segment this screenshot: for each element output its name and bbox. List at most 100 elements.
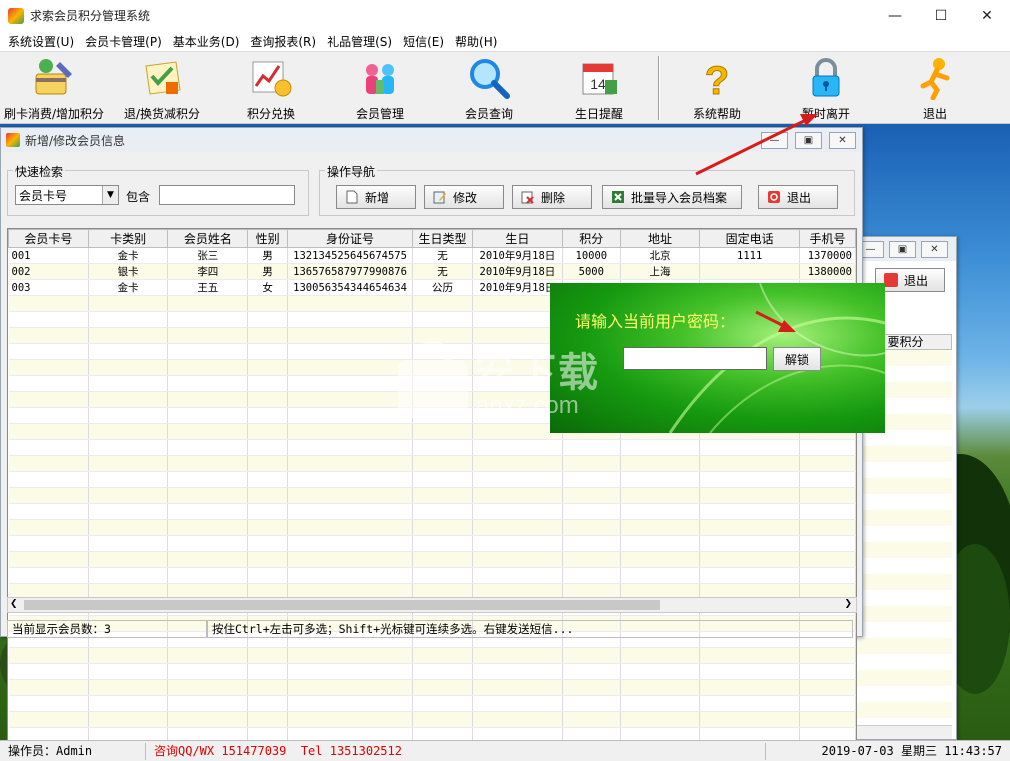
empty-row xyxy=(8,551,856,568)
table-cell xyxy=(8,711,89,728)
table-cell xyxy=(8,311,89,328)
scroll-left-icon[interactable]: ❮ xyxy=(10,599,18,609)
scroll-thumb[interactable] xyxy=(24,600,660,610)
column-header[interactable]: 积分 xyxy=(561,229,621,248)
table-cell xyxy=(8,407,89,424)
table-cell xyxy=(472,375,563,392)
column-header[interactable]: 卡类别 xyxy=(87,229,169,248)
table-cell xyxy=(287,695,414,712)
member-close-button[interactable]: ✕ xyxy=(829,132,856,149)
table-row[interactable]: 001 金卡 张三男 132134525645674575 无 2010年9月18日 100… xyxy=(8,247,856,264)
table-cell xyxy=(8,359,89,376)
column-header[interactable]: 会员姓名 xyxy=(167,229,249,248)
table-cell xyxy=(167,663,249,680)
column-header[interactable]: 地址 xyxy=(619,229,701,248)
menu-help[interactable]: 帮助(H) xyxy=(451,33,501,50)
table-cell xyxy=(167,551,249,568)
column-header[interactable]: 手机号 xyxy=(798,229,856,248)
table-cell xyxy=(287,359,414,376)
table-cell: 上海 xyxy=(620,263,701,280)
toolbar-exit-button[interactable]: 退出 xyxy=(881,55,989,123)
table-row[interactable]: 002 银卡 李四男 136576587977990876 无 2010年9月18日 500… xyxy=(8,263,856,280)
table-cell xyxy=(167,423,249,440)
column-header[interactable]: 生日 xyxy=(471,229,563,248)
table-cell xyxy=(247,359,289,376)
column-header[interactable]: 会员卡号 xyxy=(8,229,89,248)
toolbar-member-query-button[interactable]: 会员查询 xyxy=(435,55,543,123)
toolbar-birthday-button[interactable]: 14 生日提醒 xyxy=(545,55,653,123)
table-cell: 王五 xyxy=(167,279,249,296)
add-button[interactable]: 新增 xyxy=(336,185,416,209)
column-header[interactable]: 固定电话 xyxy=(699,229,800,248)
table-cell xyxy=(8,695,89,712)
close-button[interactable]: ✕ xyxy=(964,0,1010,31)
column-header[interactable]: 性别 xyxy=(247,229,289,248)
table-cell xyxy=(88,551,169,568)
table-cell xyxy=(412,391,473,408)
member-exit-button[interactable]: 退出 xyxy=(758,185,838,209)
background-exit-button[interactable]: 退出 xyxy=(875,268,945,292)
table-cell xyxy=(472,359,563,376)
table-cell xyxy=(88,407,169,424)
column-header[interactable]: 生日类型 xyxy=(412,229,473,248)
status-bar: 操作员：Admin 咨询QQ/WX 151477039 Tel 13513025… xyxy=(0,740,1010,761)
member-maximize-button[interactable]: ▣ xyxy=(795,132,822,149)
table-cell xyxy=(88,647,169,664)
selection-hint-text: 按住Ctrl+左击可多选；Shift+光标键可连续多选。右键发送短信... xyxy=(207,620,853,638)
table-cell: 银卡 xyxy=(88,263,169,280)
horizontal-scrollbar[interactable]: ❮ ❯ xyxy=(7,597,857,613)
menu-card-management[interactable]: 会员卡管理(P) xyxy=(81,33,166,50)
toolbar-swipe-consume-button[interactable]: 刷卡消费/增加积分 xyxy=(0,55,108,123)
runner-icon xyxy=(912,55,958,101)
table-cell xyxy=(247,375,289,392)
maximize-button[interactable]: ☐ xyxy=(918,0,964,31)
table-cell xyxy=(247,423,289,440)
delete-button[interactable]: 删除 xyxy=(512,185,592,209)
table-cell xyxy=(287,439,414,456)
table-cell xyxy=(167,567,249,584)
chevron-down-icon[interactable]: ▼ xyxy=(102,186,118,204)
toolbar-redeem-button[interactable]: 积分兑换 xyxy=(217,55,325,123)
member-minimize-button[interactable]: — xyxy=(761,132,788,149)
batch-import-button[interactable]: 批量导入会员档案 xyxy=(602,185,742,209)
table-cell xyxy=(472,551,563,568)
child-close-button[interactable]: ✕ xyxy=(921,241,948,258)
minimize-button[interactable]: — xyxy=(872,0,918,31)
scroll-right-icon[interactable]: ❯ xyxy=(844,599,852,609)
toolbar-help-button[interactable]: ? 系统帮助 xyxy=(663,55,771,123)
toolbar-label: 系统帮助 xyxy=(692,107,741,121)
toolbar-lock-button[interactable]: 暂时离开 xyxy=(772,55,880,123)
menu-gifts[interactable]: 礼品管理(S) xyxy=(323,33,396,50)
table-cell xyxy=(88,295,169,312)
table-cell xyxy=(562,711,621,728)
contact-qq: 咨询QQ/WX 151477039 xyxy=(154,743,287,758)
batch-import-label: 批量导入会员档案 xyxy=(631,190,728,205)
table-cell xyxy=(287,327,414,344)
menu-bar: 系统设置(U) 会员卡管理(P) 基本业务(D) 查询报表(R) 礼品管理(S)… xyxy=(0,31,1010,51)
column-header[interactable]: 身份证号 xyxy=(287,229,414,248)
table-cell xyxy=(247,535,289,552)
table-cell xyxy=(287,519,414,536)
table-cell xyxy=(287,535,414,552)
table-cell: 公历 xyxy=(412,279,473,296)
table-cell: 男 xyxy=(247,263,289,280)
unlock-button[interactable]: 解锁 xyxy=(773,347,821,371)
menu-reports[interactable]: 查询报表(R) xyxy=(246,33,320,50)
table-cell xyxy=(699,663,800,680)
toolbar-label: 退/换货减积分 xyxy=(123,107,201,121)
members-icon xyxy=(357,55,403,101)
search-field-select[interactable]: 会员卡号 ▼ xyxy=(15,185,119,205)
table-cell xyxy=(287,647,414,664)
toolbar-return-button[interactable]: 退/换货减积分 xyxy=(108,55,216,123)
child-maximize-button[interactable]: ▣ xyxy=(889,241,916,258)
table-cell xyxy=(167,439,249,456)
table-cell xyxy=(699,471,800,488)
empty-row xyxy=(8,535,856,552)
edit-button[interactable]: 修改 xyxy=(424,185,504,209)
toolbar-member-management-button[interactable]: 会员管理 xyxy=(326,55,434,123)
menu-system-settings[interactable]: 系统设置(U) xyxy=(4,33,78,50)
password-input[interactable] xyxy=(623,347,767,370)
menu-basic-business[interactable]: 基本业务(D) xyxy=(169,33,244,50)
search-input[interactable] xyxy=(159,185,295,205)
menu-sms[interactable]: 短信(E) xyxy=(399,33,448,50)
